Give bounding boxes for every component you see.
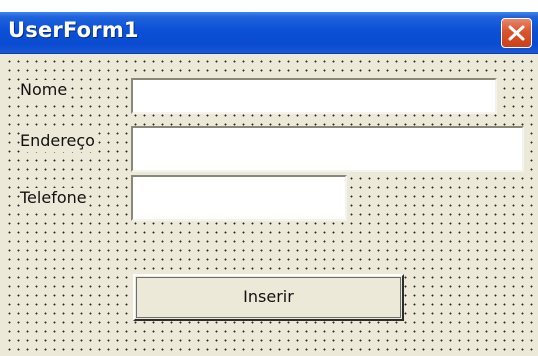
form-client-area: Nome Endereço Telefone Inserir (0, 54, 538, 356)
nome-input[interactable] (131, 78, 497, 114)
endereco-label: Endereço (20, 131, 97, 152)
telefone-label: Telefone (20, 188, 89, 209)
inserir-button[interactable]: Inserir (133, 274, 404, 321)
title-bar[interactable]: UserForm1 (0, 12, 538, 54)
telefone-input[interactable] (131, 175, 347, 221)
close-button[interactable] (501, 18, 532, 48)
window-title: UserForm1 (8, 18, 139, 42)
close-icon (508, 25, 525, 41)
nome-label: Nome (20, 80, 70, 101)
userform-window: UserForm1 Nome Endereço Telefone Inserir (0, 12, 538, 356)
endereco-input[interactable] (131, 126, 524, 172)
